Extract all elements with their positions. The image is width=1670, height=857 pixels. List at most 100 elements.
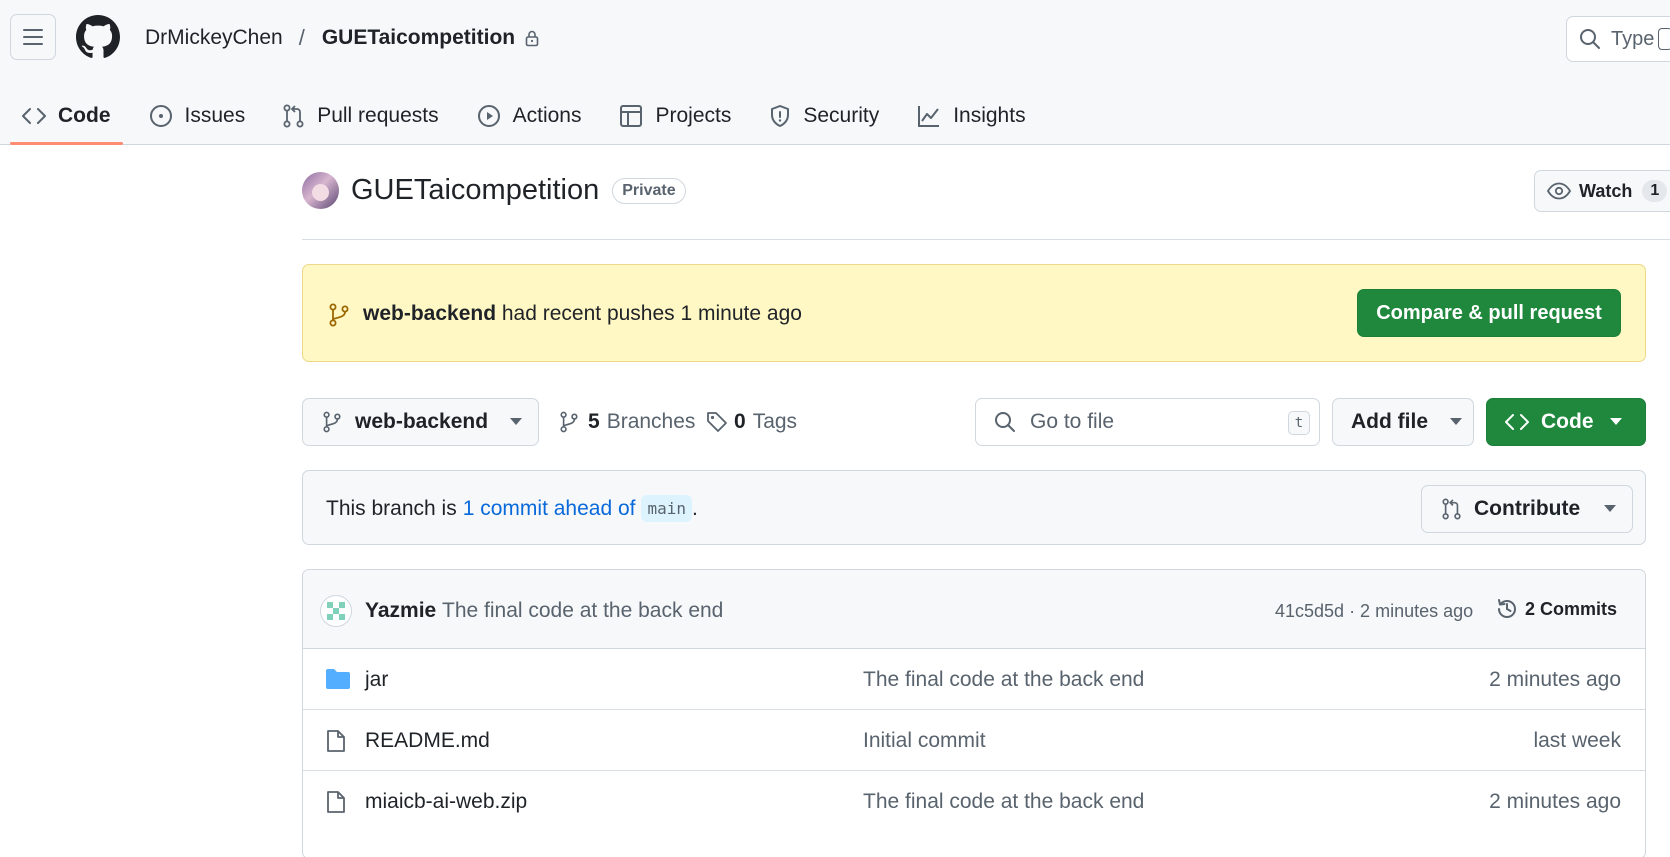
tab-pull-requests-label: Pull requests	[317, 104, 439, 127]
commit-hash-time[interactable]: 41c5d5d · 2 minutes ago	[1275, 601, 1473, 622]
file-name[interactable]: README.md	[365, 729, 490, 753]
branches-label: Branches	[606, 410, 696, 433]
caret-down-icon	[1609, 418, 1622, 425]
search-icon	[1580, 29, 1600, 49]
base-branch-tag[interactable]: main	[641, 495, 693, 522]
file-commit-time: 2 minutes ago	[1489, 790, 1621, 813]
banner-push-text: had recent pushes 1 minute ago	[496, 302, 802, 325]
branches-count: 5	[588, 410, 600, 433]
file-commit-message[interactable]: Initial commit	[863, 729, 986, 753]
breadcrumb-separator: /	[298, 25, 305, 50]
tab-issues-label: Issues	[184, 104, 246, 127]
branch-status-box: This branch is 1 commit ahead of main . …	[302, 470, 1646, 545]
history-icon	[1498, 599, 1516, 618]
play-icon	[477, 105, 500, 127]
pull-request-icon	[1442, 498, 1461, 520]
issue-icon	[149, 105, 172, 127]
global-header: DrMickeyChen / GUETaicompetition Type Co…	[0, 0, 1670, 145]
compare-pull-request-button[interactable]: Compare & pull request	[1357, 289, 1621, 337]
file-icon	[327, 730, 345, 752]
tab-projects-label: Projects	[655, 104, 732, 127]
search-placeholder: Type	[1611, 27, 1655, 50]
tab-security-label: Security	[803, 104, 880, 127]
visibility-badge: Private	[612, 177, 686, 204]
lock-icon	[525, 30, 539, 47]
repo-nav: Code Issues Pull requests Actions Projec…	[10, 88, 1038, 145]
file-name[interactable]: jar	[365, 668, 388, 692]
watch-count: 1	[1642, 180, 1668, 202]
branch-icon	[323, 411, 341, 433]
tab-insights[interactable]: Insights	[905, 88, 1037, 144]
github-logo-icon	[76, 15, 120, 58]
file-commit-message[interactable]: The final code at the back end	[863, 668, 1144, 692]
search-icon	[995, 412, 1015, 432]
tab-pull-requests[interactable]: Pull requests	[271, 88, 450, 144]
branch-selector-button[interactable]: web-backend	[302, 398, 539, 446]
tab-projects[interactable]: Projects	[607, 88, 743, 144]
file-icon	[327, 791, 345, 813]
go-to-file-input[interactable]: Go to file t	[975, 398, 1320, 446]
github-logo-link[interactable]	[76, 15, 120, 59]
hamburger-icon	[23, 29, 43, 45]
tab-actions-label: Actions	[512, 104, 582, 127]
table-row: jar The final code at the back end 2 min…	[303, 649, 1645, 710]
file-commit-message[interactable]: The final code at the back end	[863, 790, 1144, 814]
watch-label: Watch	[1579, 180, 1633, 201]
code-icon	[1505, 414, 1529, 430]
latest-commit-bar: Yazmie The final code at the back end 41…	[303, 570, 1645, 649]
tab-security[interactable]: Security	[757, 88, 891, 144]
folder-icon	[326, 669, 350, 689]
file-commit-time: 2 minutes ago	[1489, 668, 1621, 691]
watch-button[interactable]: Watch 1	[1534, 170, 1670, 212]
file-name[interactable]: miaicb-ai-web.zip	[365, 790, 527, 814]
tab-actions[interactable]: Actions	[465, 88, 594, 144]
caret-down-icon	[1450, 418, 1462, 425]
eye-icon	[1547, 182, 1571, 200]
tags-count: 0	[734, 410, 746, 433]
commit-author[interactable]: Yazmie	[365, 599, 436, 623]
branch-status-text: This branch is 1 commit ahead of main .	[326, 495, 698, 522]
tab-issues[interactable]: Issues	[137, 88, 258, 144]
breadcrumb: DrMickeyChen / GUETaicompetition	[145, 25, 540, 51]
commits-history-link[interactable]: 2 Commits	[1495, 597, 1617, 621]
banner-branch-name[interactable]: web-backend	[363, 302, 496, 325]
tags-link[interactable]: 0 Tags	[706, 410, 797, 434]
table-row: README.md Initial commit last week	[303, 710, 1645, 771]
current-branch-label: web-backend	[355, 410, 489, 433]
breadcrumb-owner-link[interactable]: DrMickeyChen	[145, 26, 283, 50]
code-button[interactable]: Code	[1486, 398, 1646, 446]
commit-message[interactable]: The final code at the back end	[442, 599, 723, 623]
branches-link[interactable]: 5 Branches	[560, 410, 695, 434]
graph-icon	[918, 106, 940, 127]
contribute-label: Contribute	[1474, 497, 1581, 520]
branch-icon	[560, 411, 578, 433]
file-commit-time: last week	[1533, 729, 1621, 752]
owner-avatar[interactable]	[302, 172, 339, 209]
add-file-button[interactable]: Add file	[1332, 398, 1474, 446]
add-file-label: Add file	[1351, 410, 1428, 433]
commits-ahead-link[interactable]: 1 commit ahead of	[463, 497, 636, 521]
search-shortcut-key	[1658, 28, 1670, 50]
commits-count-label: 2 Commits	[1525, 598, 1618, 619]
tab-code[interactable]: Code	[10, 88, 123, 145]
go-to-file-shortcut: t	[1288, 411, 1310, 435]
tag-icon	[707, 412, 727, 432]
code-icon	[22, 108, 46, 124]
recent-push-banner: web-backend had recent pushes 1 minute a…	[302, 264, 1646, 362]
pull-request-icon	[283, 104, 304, 128]
repo-heading: GUETaicompetition Private	[302, 172, 686, 209]
file-table: Yazmie The final code at the back end 41…	[302, 569, 1646, 857]
tab-code-label: Code	[58, 104, 111, 127]
code-button-label: Code	[1541, 410, 1594, 433]
repo-title[interactable]: GUETaicompetition	[351, 174, 599, 207]
commit-author-avatar[interactable]	[320, 595, 352, 627]
contribute-button[interactable]: Contribute	[1421, 485, 1633, 533]
menu-button[interactable]	[10, 14, 56, 60]
branch-status-suffix: .	[692, 496, 698, 520]
breadcrumb-repo-link[interactable]: GUETaicompetition	[322, 26, 515, 50]
table-row: miaicb-ai-web.zip The final code at the …	[303, 771, 1645, 832]
global-search-input[interactable]: Type	[1566, 16, 1670, 62]
heading-divider	[302, 239, 1670, 240]
banner-message: web-backend had recent pushes 1 minute a…	[363, 302, 802, 326]
table-icon	[620, 105, 643, 127]
